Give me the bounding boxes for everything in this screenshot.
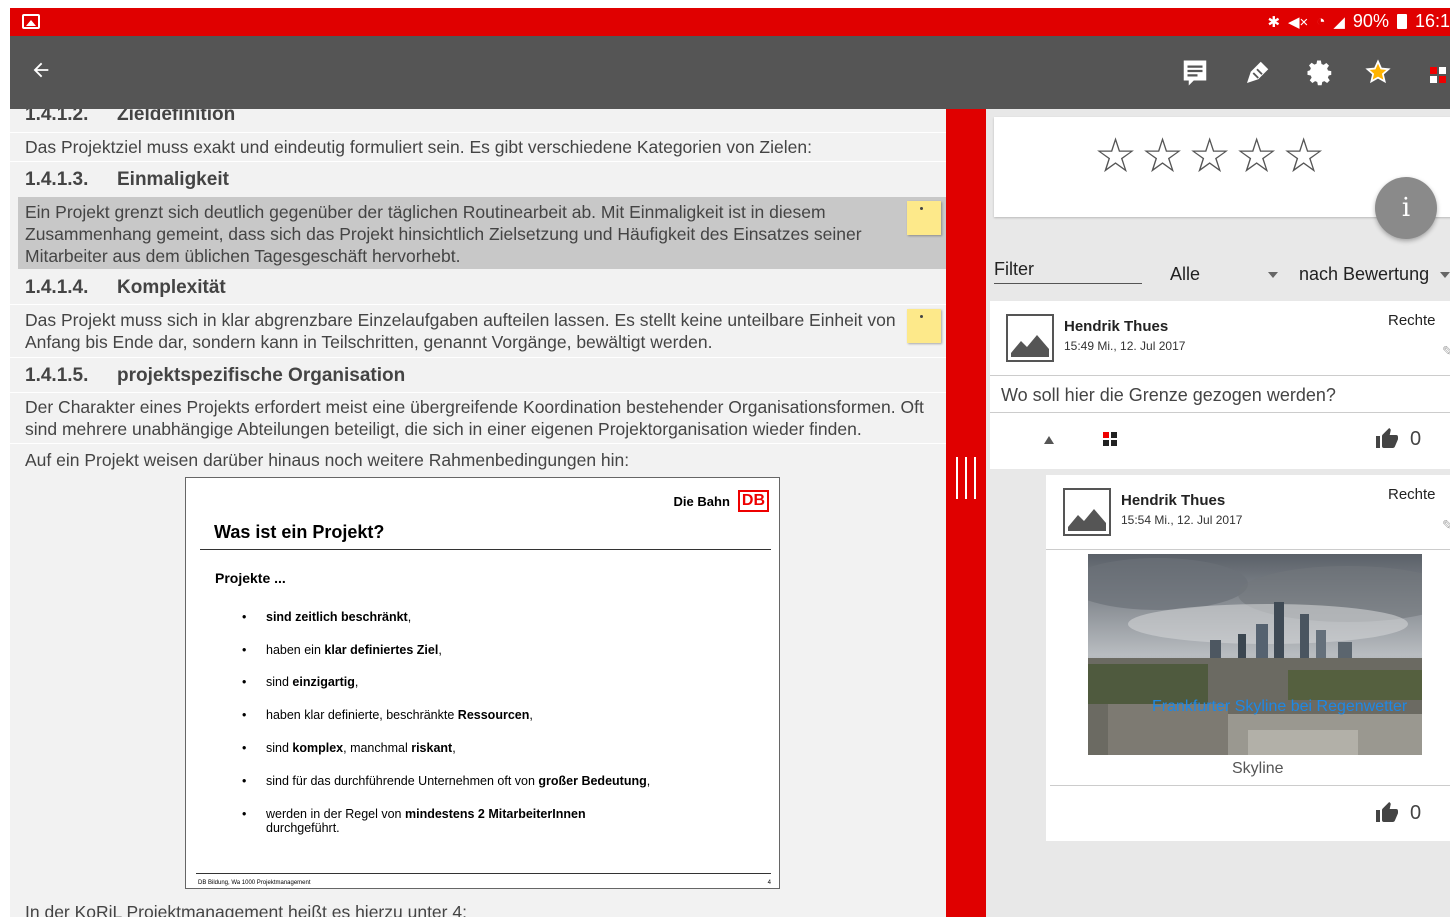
arrow-left-icon[interactable]	[30, 54, 52, 90]
paragraph-einmaligkeit: Ein Projekt grenzt sich deutlich gegenüb…	[25, 202, 862, 266]
slide-brand: Die Bahn DB	[674, 490, 769, 512]
rating-stars[interactable]: ☆☆☆☆☆	[1094, 129, 1329, 185]
wifi-icon: ◔	[1316, 13, 1326, 30]
sticky-note-icon[interactable]	[907, 201, 941, 235]
rights-button[interactable]: Rechte	[1388, 486, 1436, 503]
battery-level: 90%	[1352, 11, 1389, 31]
clock: 16:1	[1414, 11, 1450, 31]
chevron-down-icon[interactable]	[1440, 272, 1450, 278]
photo-caption: Skyline	[1232, 760, 1284, 777]
divider-handle[interactable]	[954, 457, 978, 499]
filter-label: Filter	[994, 259, 1034, 279]
edit-icon[interactable]: ✎	[1442, 343, 1450, 360]
mute-icon: ◀×	[1288, 13, 1309, 31]
photo-overlay-text: Frankfurter Skyline bei Regenwetter	[1152, 698, 1408, 715]
signal-icon: ◢	[1333, 13, 1345, 31]
comments-panel: ☆☆☆☆☆ i Filter Alle nach Bewertung Hendr…	[986, 109, 1450, 917]
star-icon[interactable]	[1364, 58, 1394, 88]
highlighter-icon[interactable]	[1242, 58, 1272, 88]
paragraph-zieldefinition: Das Projektziel muss exakt und eindeutig…	[25, 137, 812, 157]
slide-image[interactable]: Die Bahn DB Was ist ein Projekt? Projekt…	[185, 477, 780, 889]
comment-icon[interactable]	[1180, 58, 1210, 88]
thumb-up-icon	[1376, 802, 1398, 822]
info-button[interactable]: i	[1375, 177, 1437, 239]
skyline-photo[interactable]: Frankfurter Skyline bei Regenwetter	[1088, 554, 1422, 755]
sort-select[interactable]: nach Bewertung	[1299, 264, 1429, 285]
thumb-up-icon	[1376, 428, 1398, 448]
settings-icon[interactable]	[1305, 58, 1335, 88]
comment-author[interactable]: Hendrik Thues	[1121, 492, 1225, 509]
bullet-dot: •	[242, 741, 247, 755]
slide-lead: Projekte ...	[215, 570, 286, 586]
heading-komplexitaet: 1.4.1.4. Komplexität	[25, 277, 226, 298]
like-count: 0	[1410, 801, 1422, 824]
split-divider	[946, 109, 986, 917]
comment-time: 15:49 Mi., 12. Jul 2017	[1064, 339, 1186, 353]
bullet-dot: •	[242, 807, 247, 821]
db-logo-icon[interactable]	[1103, 432, 1117, 446]
comment-text: Wo soll hier die Grenze gezogen werden?	[1001, 385, 1336, 405]
paragraph-koril: In der KoRiL Projektmanagement heißt es …	[25, 902, 467, 917]
heading-einmaligkeit: 1.4.1.3. Einmaligkeit	[25, 169, 229, 190]
avatar	[1063, 488, 1111, 536]
paragraph-organisation: Der Charakter eines Projekts erfordert m…	[25, 397, 924, 439]
collapse-icon[interactable]	[1044, 436, 1054, 444]
app-toolbar	[10, 36, 1450, 109]
slide-bullet-text: sind komplex, manchmal riskant,	[266, 741, 456, 755]
bullet-dot: •	[242, 675, 247, 689]
db-logo: DB	[737, 490, 769, 512]
like-button[interactable]: 0	[1374, 801, 1421, 825]
paragraph-rahmen: Auf ein Projekt weisen darüber hinaus no…	[25, 450, 630, 470]
slide-footer-right: 4	[767, 880, 771, 886]
slide-bullet-text: haben klar definierte, beschränkte Resso…	[266, 708, 533, 722]
filter-select[interactable]: Alle	[1170, 264, 1200, 285]
comment-author[interactable]: Hendrik Thues	[1064, 318, 1168, 335]
bluetooth-icon: ✱	[1267, 13, 1281, 31]
battery-icon	[1396, 14, 1407, 29]
status-right: ✱ ◀× ◔ ◢ 90% 16:1	[1267, 11, 1450, 32]
like-count: 0	[1410, 427, 1422, 450]
paragraph-komplexitaet: Das Projekt muss sich in klar abgrenzbar…	[25, 310, 896, 352]
bullet-dot: •	[242, 610, 247, 624]
slide-footer-left: DB Bildung, Wa 1000 Projektmanagement	[198, 880, 311, 886]
slide-bullet-text: sind für das durchführende Unternehmen o…	[266, 774, 651, 788]
sticky-note-icon[interactable]	[907, 309, 941, 343]
document-view[interactable]: 1.4.1.2. Zieldefinition Das Projektziel m…	[10, 109, 946, 917]
bullet-dot: •	[242, 643, 247, 657]
edit-icon[interactable]: ✎	[1442, 517, 1450, 534]
bullet-dot: •	[242, 708, 247, 722]
rights-button[interactable]: Rechte	[1388, 312, 1436, 329]
like-button[interactable]: 0	[1374, 427, 1421, 451]
slide-bullet-text: sind einzigartig,	[266, 675, 359, 689]
comment-time: 15:54 Mi., 12. Jul 2017	[1121, 513, 1243, 527]
comment-card: Hendrik Thues 15:49 Mi., 12. Jul 2017 Re…	[990, 301, 1450, 469]
heading-zieldefinition: 1.4.1.2. Zieldefinition	[25, 109, 236, 125]
slide-bullet-text: werden in der Regel von mindestens 2 Mit…	[266, 807, 586, 835]
slide-bullet-text: sind zeitlich beschränkt,	[266, 610, 412, 624]
slide-bullet-text: haben ein klar definiertes Ziel,	[266, 643, 442, 657]
bullet-dot: •	[242, 774, 247, 788]
chevron-down-icon[interactable]	[1268, 272, 1278, 278]
gallery-icon	[22, 14, 40, 29]
status-bar: ✱ ◀× ◔ ◢ 90% 16:1	[10, 8, 1450, 36]
slide-title: Was ist ein Projekt?	[214, 522, 385, 542]
heading-organisation: 1.4.1.5. projektspezifische Organisation	[25, 365, 406, 386]
avatar	[1006, 314, 1054, 362]
db-logo-icon[interactable]	[1428, 58, 1450, 88]
